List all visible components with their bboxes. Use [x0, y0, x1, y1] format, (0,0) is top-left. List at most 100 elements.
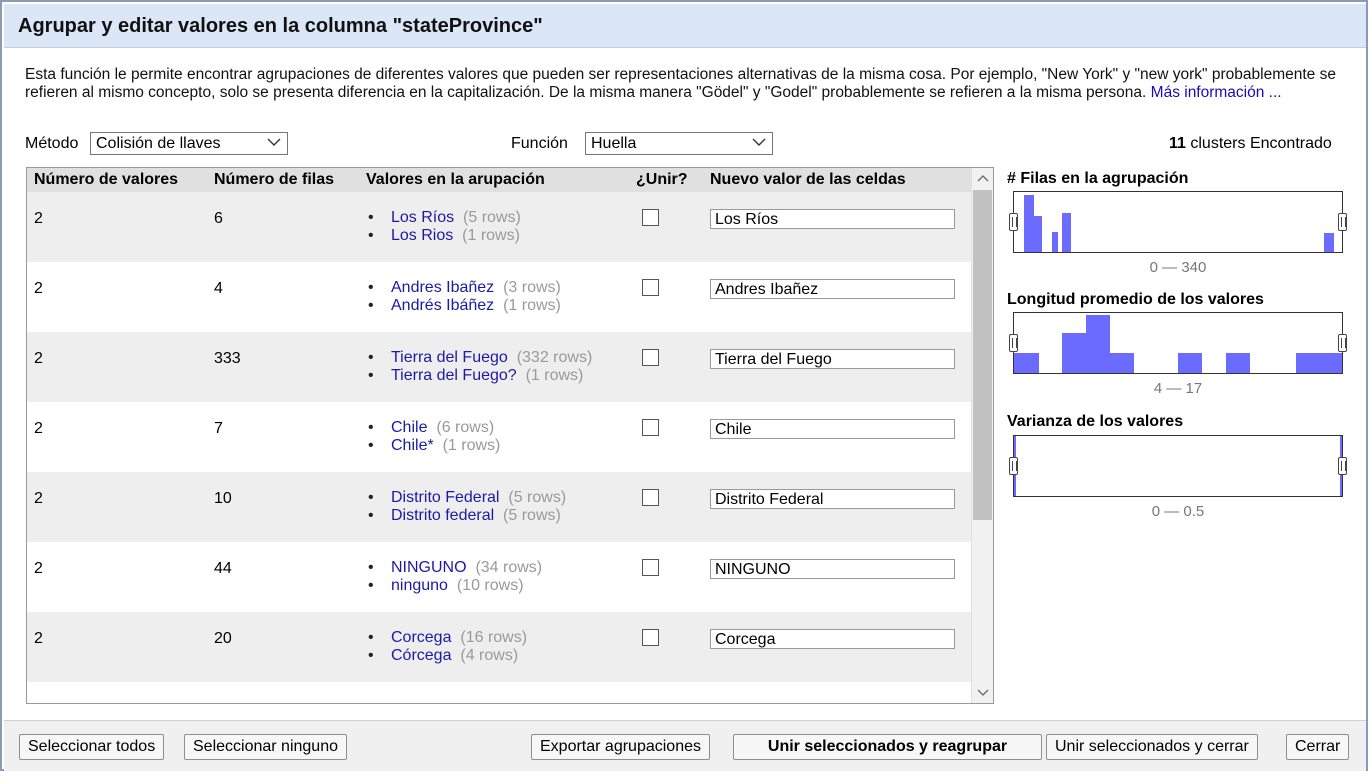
- cluster-value-link[interactable]: Corcega: [391, 629, 451, 646]
- cell-num-rows: 10: [214, 490, 232, 507]
- function-label: Función: [511, 135, 568, 152]
- length-histogram-panel: Longitud promedio de los valores: [1007, 291, 1264, 309]
- new-value-input[interactable]: Los Ríos: [710, 209, 955, 229]
- more-info-link[interactable]: Más información ...: [1151, 84, 1282, 101]
- new-value-input[interactable]: Chile: [710, 419, 955, 439]
- function-select[interactable]: Huella: [585, 132, 773, 155]
- rows-histogram: [1009, 191, 1347, 253]
- cluster-value-count: (5 rows): [508, 489, 567, 506]
- merge-close-button[interactable]: Unir seleccionados y cerrar: [1046, 734, 1258, 760]
- function-select-value: Huella: [591, 135, 637, 152]
- range-handle-min[interactable]: [1009, 457, 1018, 475]
- export-clusters-button[interactable]: Exportar agrupaciones: [531, 734, 710, 760]
- new-value-input[interactable]: Distrito Federal: [710, 489, 955, 509]
- header-num-rows[interactable]: Número de filas: [214, 171, 334, 189]
- length-histogram-title: Longitud promedio de los valores: [1007, 291, 1264, 308]
- cell-values-list: • Distrito Federal (5 rows) • Distrito fede…: [367, 489, 566, 525]
- header-values[interactable]: Valores en la arupación: [366, 171, 545, 189]
- merge-checkbox[interactable]: [642, 489, 659, 506]
- hist-bar: [1296, 353, 1342, 373]
- hist-bar: [1086, 315, 1110, 373]
- hist-bar: [1178, 353, 1202, 373]
- bullet-icon: •: [368, 349, 374, 366]
- chevron-up-icon[interactable]: [976, 172, 990, 186]
- cluster-value-count: (16 rows): [460, 629, 528, 646]
- hist-bar: [1024, 195, 1034, 252]
- cluster-value-link[interactable]: Chile: [391, 419, 427, 436]
- range-handle-max[interactable]: [1338, 457, 1347, 475]
- variance-histogram-panel: Varianza de los valores: [1007, 413, 1183, 431]
- method-select[interactable]: Colisión de llaves: [90, 132, 288, 155]
- cell-num-rows: 6: [214, 210, 223, 227]
- cell-num-values: 2: [34, 630, 43, 647]
- cluster-value-link[interactable]: Andres Ibañez: [391, 279, 494, 296]
- method-label: Método: [25, 135, 79, 152]
- range-handle-min[interactable]: [1009, 213, 1018, 231]
- hist-bar: [1014, 353, 1039, 373]
- cluster-value-count: (6 rows): [436, 419, 495, 436]
- cluster-value-count: (1 rows): [503, 297, 561, 314]
- range-handle-max[interactable]: [1338, 334, 1347, 352]
- chevron-down-icon[interactable]: [976, 685, 990, 699]
- list-item: • Andrés Ibáñez (1 rows): [367, 297, 561, 315]
- cluster-value-count: (5 rows): [463, 209, 521, 226]
- scrollbar-thumb[interactable]: [973, 190, 992, 520]
- cluster-value-link[interactable]: Distrito federal: [391, 507, 494, 524]
- hist-bar: [1226, 353, 1250, 373]
- list-item: • Chile (6 rows): [367, 419, 500, 437]
- hist-bar: [1062, 213, 1071, 252]
- table-body: 2 6 • Los Ríos (5 rows) • Los Rios (1 rows) Lo…: [27, 192, 971, 682]
- description-text: Esta función le permite encontrar agrupa…: [25, 66, 1336, 101]
- list-item: • NINGUNO (34 rows): [367, 559, 542, 577]
- cluster-value-link[interactable]: NINGUNO: [391, 559, 467, 576]
- merge-checkbox[interactable]: [642, 559, 659, 576]
- cluster-value-link[interactable]: ninguno: [391, 577, 448, 594]
- cluster-value-link[interactable]: Tierra del Fuego: [391, 349, 508, 366]
- close-button[interactable]: Cerrar: [1286, 734, 1350, 760]
- bullet-icon: •: [368, 559, 374, 576]
- hist-bar: [1052, 232, 1058, 252]
- cluster-value-link[interactable]: Los Rios: [391, 227, 453, 244]
- merge-checkbox[interactable]: [642, 419, 659, 436]
- merge-checkbox[interactable]: [642, 629, 659, 646]
- cell-num-rows: 333: [214, 350, 241, 367]
- merge-recluster-button[interactable]: Unir seleccionados y reagrupar: [733, 734, 1042, 760]
- rows-histogram-panel: # Filas en la agrupación: [1007, 170, 1188, 188]
- select-none-button[interactable]: Seleccionar ninguno: [184, 734, 347, 760]
- range-handle-min[interactable]: [1009, 334, 1018, 352]
- header-num-values[interactable]: Número de valores: [34, 171, 178, 189]
- table-row: 2 4 • Andres Ibañez (3 rows) • Andrés Ibáñez …: [27, 262, 971, 332]
- cluster-value-link[interactable]: Tierra del Fuego?: [391, 367, 517, 384]
- new-value-input[interactable]: Tierra del Fuego: [710, 349, 955, 369]
- method-select-value: Colisión de llaves: [96, 135, 221, 152]
- new-value-input[interactable]: Corcega: [710, 629, 955, 649]
- select-all-button[interactable]: Seleccionar todos: [19, 734, 165, 760]
- clusters-table: Número de valores Número de filas Valore…: [26, 167, 994, 704]
- range-handle-max[interactable]: [1338, 213, 1347, 231]
- hist-bar: [1110, 353, 1134, 373]
- header-merge[interactable]: ¿Unir?: [636, 171, 688, 189]
- cluster-value-link[interactable]: Chile*: [391, 437, 434, 454]
- cluster-value-count: (1 rows): [525, 367, 584, 384]
- table-row: 2 333 • Tierra del Fuego (332 rows) • Tierra …: [27, 332, 971, 402]
- table-row: 2 10 • Distrito Federal (5 rows) • Distrito f…: [27, 472, 971, 542]
- dialog-footer: Seleccionar todos Seleccionar ninguno Ex…: [4, 720, 1366, 771]
- cluster-value-link[interactable]: Distrito Federal: [391, 489, 499, 506]
- merge-checkbox[interactable]: [642, 349, 659, 366]
- cluster-value-link[interactable]: Andrés Ibáñez: [391, 297, 494, 314]
- table-scrollbar[interactable]: [971, 168, 993, 703]
- dialog-title-bar[interactable]: Agrupar y editar valores en la columna "…: [4, 4, 1366, 48]
- cluster-value-link[interactable]: Córcega: [391, 647, 451, 664]
- header-new-value[interactable]: Nuevo valor de las celdas: [710, 171, 906, 189]
- cluster-value-link[interactable]: Los Ríos: [391, 209, 454, 226]
- bullet-icon: •: [368, 489, 374, 506]
- bullet-icon: •: [368, 647, 374, 664]
- new-value-input[interactable]: Andres Ibañez: [710, 279, 955, 299]
- merge-checkbox[interactable]: [642, 209, 659, 226]
- new-value-input[interactable]: NINGUNO: [710, 559, 955, 579]
- bullet-icon: •: [368, 437, 374, 454]
- merge-checkbox[interactable]: [642, 279, 659, 296]
- cell-num-values: 2: [34, 420, 43, 437]
- cluster-dialog: Agrupar y editar valores en la columna "…: [0, 0, 1368, 771]
- cluster-value-count: (3 rows): [503, 279, 561, 296]
